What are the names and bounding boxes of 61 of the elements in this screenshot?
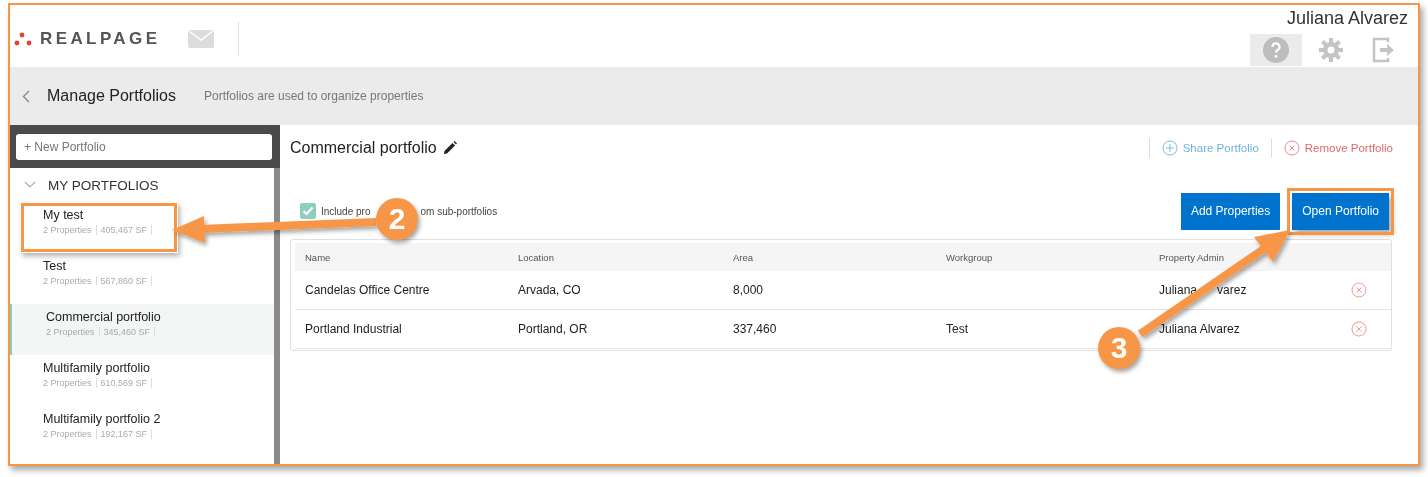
chevron-icon[interactable] (24, 181, 36, 189)
checkbox[interactable] (300, 203, 316, 219)
property-count: 2 Properties (43, 276, 97, 286)
logo-dots-icon (14, 32, 34, 46)
portfolio-name: Test (43, 259, 67, 273)
add-icon[interactable] (1161, 140, 1178, 156)
portfolio-area: 610,569 SF (96, 378, 153, 388)
table-cell-text: Arvada, CO (518, 283, 582, 297)
scrollbar[interactable] (274, 168, 280, 465)
settings-icon[interactable] (1318, 37, 1344, 63)
table-cell: Juliana Alvarez (1159, 322, 1240, 336)
portfolio-area: 345,460 SF (99, 327, 156, 337)
column-header[interactable]: Location (518, 251, 733, 263)
portfolios-section-header[interactable]: MY PORTFOLIOS (10, 168, 274, 202)
property-count: 2 Properties (43, 429, 97, 439)
portfolio-item[interactable]: My test 2 Properties 405,467 SF (20, 202, 178, 253)
property-count: 2 Properties (46, 327, 100, 337)
property-count: 2 Properties (43, 378, 97, 388)
checkbox-label: om sub-portfolios (420, 205, 498, 217)
table-cell-text: Candelas Office Centre (305, 283, 431, 297)
portfolio-name: Commercial portfolio (46, 310, 162, 324)
table-cell-text: Portland, OR (518, 322, 589, 336)
column-header[interactable]: Property Admin (1159, 251, 1351, 263)
portfolio-item[interactable]: Multifamily portfolio 2 2 Properties 192,167 SF (10, 406, 274, 457)
pencil-icon[interactable] (442, 141, 457, 155)
table-cell-text: 337,460 (733, 322, 778, 336)
table-cell-text: Test (946, 322, 969, 336)
logo-text: REALPAGE (40, 29, 161, 49)
portfolio-area: 405,467 SF (96, 225, 153, 235)
table-cell-text: Portland Industrial (305, 322, 403, 336)
back-icon[interactable] (22, 89, 30, 103)
help-button[interactable] (1250, 34, 1302, 66)
action-button[interactable]: Add Properties (1180, 192, 1281, 230)
portfolio-item[interactable]: Multifamily portfolio 2 Properties 610,569 SF (10, 355, 274, 406)
property-count: 2 Properties (43, 225, 97, 235)
mail-icon[interactable] (188, 30, 215, 48)
step-badge: 3 (1098, 327, 1140, 369)
table-cell: Juliana (1159, 283, 1198, 297)
table-cell-text: 8,000 (733, 283, 765, 297)
page-subtitle: Portfolios are used to organize properties (203, 89, 424, 103)
column-header[interactable]: Workgroup (946, 251, 1159, 263)
column-header[interactable]: Name (305, 251, 518, 263)
column-header[interactable]: Area (733, 251, 946, 263)
portfolio-name: Multifamily portfolio (43, 361, 151, 375)
portfolio-name: My test (43, 208, 85, 222)
user-name[interactable]: Juliana Alvarez (1286, 8, 1408, 29)
portfolio-name: Multifamily portfolio 2 (43, 412, 162, 426)
logout-icon[interactable] (1372, 37, 1396, 63)
step-badge: 2 (376, 198, 418, 240)
portfolio-item[interactable]: Test 2 Properties 567,860 SF (10, 253, 274, 304)
new-portfolio-field[interactable]: + New Portfolio (16, 133, 272, 160)
remove-icon[interactable] (1351, 282, 1367, 298)
portfolio-area: 567,860 SF (96, 276, 153, 286)
table-cell: varez (1217, 283, 1247, 297)
remove-icon[interactable] (1351, 321, 1367, 337)
portfolio-title: Commercial portfolio (290, 139, 437, 157)
page-title: Manage Portfolios (47, 87, 176, 105)
portfolio-area: 192,167 SF (96, 429, 153, 439)
portfolio-item[interactable]: Commercial portfolio 2 Properties 345,460 SF (10, 304, 274, 355)
close-icon[interactable] (1283, 140, 1300, 156)
checkbox-label: Include pro (321, 205, 371, 217)
